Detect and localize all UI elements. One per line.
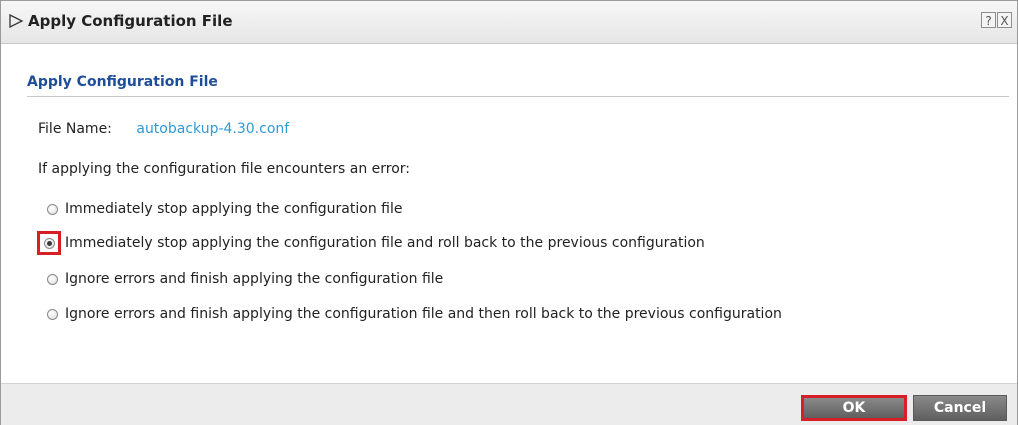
file-name-label: File Name: bbox=[38, 121, 112, 137]
option-label: Immediately stop applying the configurat… bbox=[65, 201, 403, 217]
collapse-arrow-icon[interactable] bbox=[8, 13, 24, 29]
radio-button[interactable] bbox=[47, 308, 58, 320]
ok-button[interactable]: OK bbox=[801, 395, 907, 421]
option-label: Ignore errors and finish applying the co… bbox=[65, 306, 782, 322]
option-ignore[interactable]: Ignore errors and finish applying the co… bbox=[45, 269, 443, 289]
radio-button-selected[interactable] bbox=[43, 237, 55, 249]
option-stop[interactable]: Immediately stop applying the configurat… bbox=[45, 199, 402, 219]
option-stop-rollback[interactable]: Immediately stop applying the configurat… bbox=[37, 231, 705, 255]
apply-config-dialog: Apply Configuration File ? X Apply Confi… bbox=[0, 0, 1018, 425]
file-name-value: autobackup-4.30.conf bbox=[136, 121, 290, 137]
dialog-title: Apply Configuration File bbox=[28, 12, 233, 30]
radio-button[interactable] bbox=[47, 273, 58, 285]
dialog-titlebar: Apply Configuration File ? X bbox=[1, 1, 1017, 44]
cancel-button[interactable]: Cancel bbox=[913, 395, 1007, 421]
radio-button[interactable] bbox=[47, 203, 58, 215]
error-prompt: If applying the configuration file encou… bbox=[38, 161, 411, 177]
close-icon[interactable]: X bbox=[997, 12, 1012, 28]
config-section: Apply Configuration File bbox=[27, 74, 1009, 97]
option-label: Immediately stop applying the configurat… bbox=[65, 235, 705, 251]
option-label: Ignore errors and finish applying the co… bbox=[65, 271, 444, 287]
option-ignore-rollback[interactable]: Ignore errors and finish applying the co… bbox=[45, 304, 782, 324]
highlight-box bbox=[37, 231, 61, 255]
dialog-footer: OK Cancel bbox=[1, 383, 1017, 425]
section-title: Apply Configuration File bbox=[27, 74, 1009, 97]
file-name-row: File Name: autobackup-4.30.conf bbox=[38, 121, 289, 137]
help-icon[interactable]: ? bbox=[981, 12, 996, 28]
